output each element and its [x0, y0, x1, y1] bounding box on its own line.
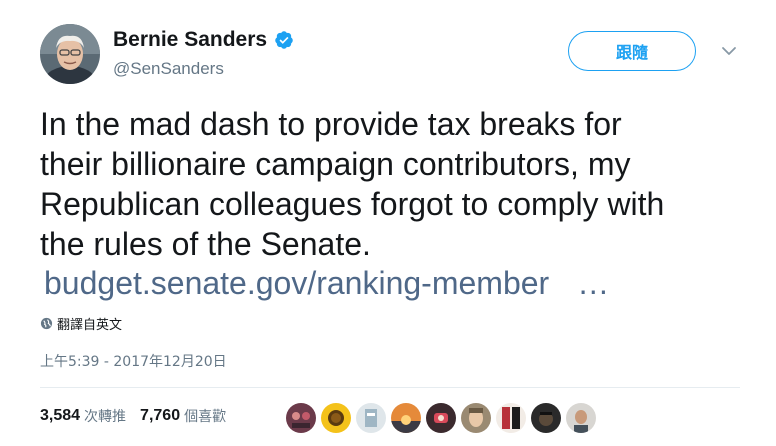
retweets-count: 3,584: [40, 407, 81, 424]
tweet-link-row: budget.senate.gov/ranking-member …: [44, 263, 609, 303]
divider: [40, 387, 740, 388]
tweet-text-line: In the mad dash to provide tax breaks fo…: [40, 106, 622, 142]
tweet-card: Bernie Sanders @SenSanders 跟隨 In the mad…: [0, 0, 776, 446]
liker-avatars: [286, 403, 596, 433]
chevron-down-icon[interactable]: [720, 44, 738, 58]
author-name[interactable]: Bernie Sanders: [113, 27, 267, 53]
translate-tweet-button[interactable]: 翻譯自英文: [40, 314, 122, 333]
liker-avatar[interactable]: [531, 403, 561, 433]
tweet-stats: 3,584 次轉推 7,760 個喜歡: [40, 406, 240, 426]
tweet-text-line: their billionaire campaign contributors,…: [40, 146, 631, 182]
tweet-link-ellipsis: …: [577, 265, 610, 301]
tweet-timestamp[interactable]: 上午5:39 - 2017年12月20日: [40, 351, 227, 371]
tweet-text: In the mad dash to provide tax breaks fo…: [40, 104, 740, 264]
liker-avatar[interactable]: [286, 403, 316, 433]
tweet-text-line: the rules of the Senate.: [40, 226, 371, 262]
liker-avatar[interactable]: [391, 403, 421, 433]
liker-avatar[interactable]: [461, 403, 491, 433]
author-handle[interactable]: @SenSanders: [113, 58, 224, 80]
tweet-link[interactable]: budget.senate.gov/ranking-member: [44, 265, 549, 301]
likes-stat[interactable]: 7,760 個喜歡: [140, 406, 226, 426]
liker-avatar[interactable]: [496, 403, 526, 433]
globe-icon: [40, 317, 53, 330]
retweets-label: 次轉推: [84, 409, 127, 425]
tweet-text-line: Republican colleagues forgot to comply w…: [40, 186, 665, 222]
retweets-stat[interactable]: 3,584 次轉推: [40, 406, 126, 426]
likes-label: 個喜歡: [184, 409, 227, 425]
follow-button[interactable]: 跟隨: [568, 31, 696, 71]
translate-label: 翻譯自英文: [57, 318, 123, 333]
liker-avatar[interactable]: [426, 403, 456, 433]
verified-badge-icon: [275, 31, 293, 49]
liker-avatar[interactable]: [321, 403, 351, 433]
author-avatar[interactable]: [40, 24, 100, 84]
liker-avatar[interactable]: [356, 403, 386, 433]
liker-avatar[interactable]: [566, 403, 596, 433]
likes-count: 7,760: [140, 407, 181, 424]
